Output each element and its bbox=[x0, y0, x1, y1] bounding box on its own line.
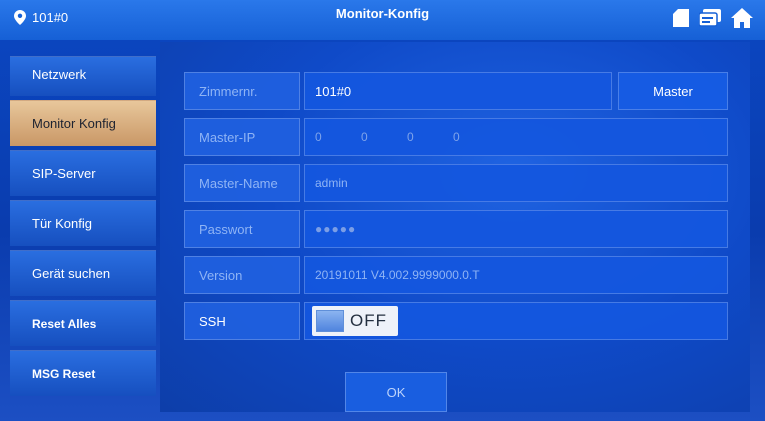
sidebar-item-geraet-suchen[interactable]: Gerät suchen bbox=[10, 250, 156, 296]
sidebar-item-label: Monitor Konfig bbox=[32, 116, 116, 131]
master-name-row: Master-Name admin bbox=[184, 164, 728, 202]
ssh-label: SSH bbox=[184, 302, 300, 340]
toggle-knob bbox=[316, 310, 344, 332]
master-ip-label: Master-IP bbox=[184, 118, 300, 156]
version-value: 20191011 V4.002.9999000.0.T bbox=[304, 256, 728, 294]
passwort-field[interactable]: ●●●●● bbox=[304, 210, 728, 248]
ip-octet-2[interactable]: 0 bbox=[361, 130, 407, 144]
top-bar: 101#0 Monitor-Konfig bbox=[0, 0, 765, 40]
sidebar-item-tuer-konfig[interactable]: Tür Konfig bbox=[10, 200, 156, 246]
message-icon[interactable] bbox=[699, 9, 721, 27]
master-ip-field[interactable]: 0 0 0 0 bbox=[304, 118, 728, 156]
sidebar-item-label: Netzwerk bbox=[32, 67, 87, 82]
ok-button[interactable]: OK bbox=[345, 372, 447, 412]
sidebar-item-label: Tür Konfig bbox=[32, 216, 92, 231]
ssh-toggle-state: OFF bbox=[350, 311, 387, 330]
sidebar-item-reset-alles[interactable]: Reset Alles bbox=[10, 300, 156, 346]
sidebar: Netzwerk Monitor Konfig SIP-Server Tür K… bbox=[10, 56, 156, 400]
passwort-label: Passwort bbox=[184, 210, 300, 248]
ip-octet-1[interactable]: 0 bbox=[315, 130, 361, 144]
zimmernr-row: Zimmernr. 101#0 Master bbox=[184, 72, 728, 110]
sd-card-icon[interactable] bbox=[673, 9, 689, 27]
sidebar-item-netzwerk[interactable]: Netzwerk bbox=[10, 56, 156, 96]
ssh-row: SSH OFF bbox=[184, 302, 728, 340]
zimmernr-label: Zimmernr. bbox=[184, 72, 300, 110]
master-name-field[interactable]: admin bbox=[304, 164, 728, 202]
version-row: Version 20191011 V4.002.9999000.0.T bbox=[184, 256, 728, 294]
master-ip-row: Master-IP 0 0 0 0 bbox=[184, 118, 728, 156]
sidebar-item-label: Reset Alles bbox=[32, 316, 97, 331]
sidebar-item-label: Gerät suchen bbox=[32, 266, 111, 281]
passwort-row: Passwort ●●●●● bbox=[184, 210, 728, 248]
master-name-label: Master-Name bbox=[184, 164, 300, 202]
master-button[interactable]: Master bbox=[618, 72, 728, 110]
ip-octet-4[interactable]: 0 bbox=[453, 130, 499, 144]
version-label: Version bbox=[184, 256, 300, 294]
sidebar-item-label: SIP-Server bbox=[32, 166, 96, 181]
sidebar-item-sip-server[interactable]: SIP-Server bbox=[10, 150, 156, 196]
screen: 101#0 Monitor-Konfig Netzwerk Monitor Ko… bbox=[0, 0, 765, 421]
ssh-toggle[interactable]: OFF bbox=[312, 306, 398, 336]
home-icon[interactable] bbox=[731, 8, 753, 28]
sidebar-item-msg-reset[interactable]: MSG Reset bbox=[10, 350, 156, 396]
zimmernr-field[interactable]: 101#0 bbox=[304, 72, 612, 110]
sidebar-item-monitor-konfig[interactable]: Monitor Konfig bbox=[10, 100, 156, 146]
sidebar-item-label: MSG Reset bbox=[32, 366, 96, 381]
ip-octet-3[interactable]: 0 bbox=[407, 130, 453, 144]
page-title: Monitor-Konfig bbox=[335, 6, 430, 21]
